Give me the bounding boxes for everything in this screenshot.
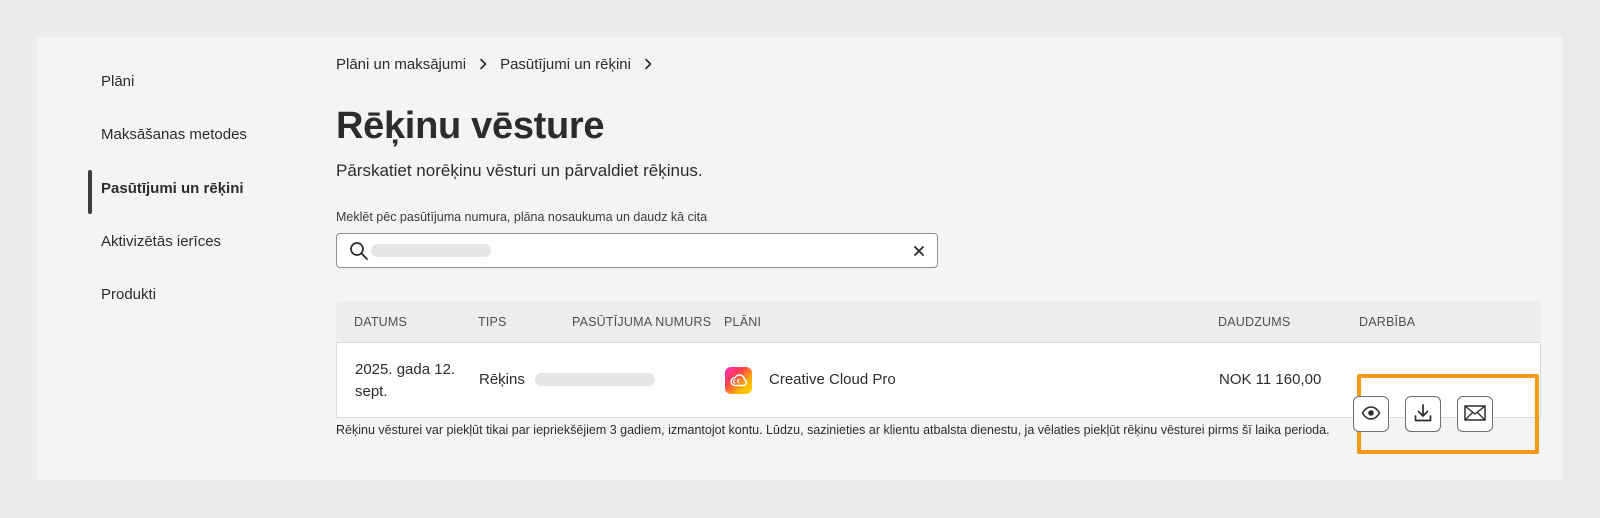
sidebar-item-activated-devices[interactable]: Aktivizētās ierīces	[101, 231, 221, 253]
search-label: Meklēt pēc pasūtījuma numura, plāna nosa…	[336, 210, 708, 224]
redacted-order-number	[535, 373, 655, 386]
history-footnote: Rēķinu vēsturei var piekļūt tikai par ie…	[336, 423, 1330, 437]
sidebar-item-payment-methods[interactable]: Maksāšanas metodes	[101, 124, 247, 146]
sidebar-item-products[interactable]: Produkti	[101, 284, 156, 306]
column-header-action: DARBĪBA	[1359, 315, 1416, 329]
column-header-date[interactable]: DATUMS	[354, 315, 407, 329]
column-header-type[interactable]: TIPS	[478, 315, 507, 329]
search-icon	[349, 241, 369, 261]
invoice-type: Rēķins	[479, 371, 525, 388]
sidebar-active-indicator	[88, 170, 92, 214]
breadcrumb-orders-invoices[interactable]: Pasūtījumi un rēķini	[500, 56, 631, 73]
chevron-right-icon	[637, 58, 659, 70]
breadcrumb-plans-payments[interactable]: Plāni un maksājumi	[336, 56, 466, 73]
redacted-search-text	[371, 244, 491, 257]
sidebar: Plāni Maksāšanas metodes Pasūtījumi un r…	[37, 37, 297, 480]
download-invoice-button[interactable]	[1405, 396, 1441, 432]
close-icon[interactable]	[909, 241, 929, 261]
eye-icon	[1361, 405, 1381, 423]
main-panel: Plāni Maksāšanas metodes Pasūtījumi un r…	[37, 37, 1562, 480]
plan-name: Creative Cloud Pro	[769, 371, 896, 388]
page-title: Rēķinu vēsture	[336, 105, 605, 147]
sidebar-item-orders-invoices[interactable]: Pasūtījumi un rēķini	[101, 178, 244, 200]
invoice-amount: NOK 11 160,00	[1219, 371, 1322, 388]
column-header-plans[interactable]: PLĀNI	[724, 315, 761, 329]
search-field[interactable]	[336, 233, 938, 268]
sidebar-item-plans[interactable]: Plāni	[101, 71, 134, 93]
email-invoice-button[interactable]	[1457, 396, 1493, 432]
creative-cloud-logo-icon	[725, 367, 752, 394]
chevron-right-icon	[472, 58, 494, 70]
column-header-amount[interactable]: DAUDZUMS	[1218, 315, 1290, 329]
download-icon	[1413, 403, 1433, 426]
column-header-order-number[interactable]: PASŪTĪJUMA NUMURS	[572, 315, 711, 329]
mail-icon	[1464, 404, 1486, 424]
invoice-date: 2025. gada 12. sept.	[355, 361, 456, 400]
view-invoice-button[interactable]	[1353, 396, 1389, 432]
table-header: DATUMS TIPS PASŪTĪJUMA NUMURS PLĀNI DAUD…	[336, 301, 1541, 343]
page-subtitle: Pārskatiet norēķinu vēsturi un pārvaldie…	[336, 161, 703, 180]
breadcrumb: Plāni un maksājumi Pasūtījumi un rēķini	[336, 53, 665, 75]
